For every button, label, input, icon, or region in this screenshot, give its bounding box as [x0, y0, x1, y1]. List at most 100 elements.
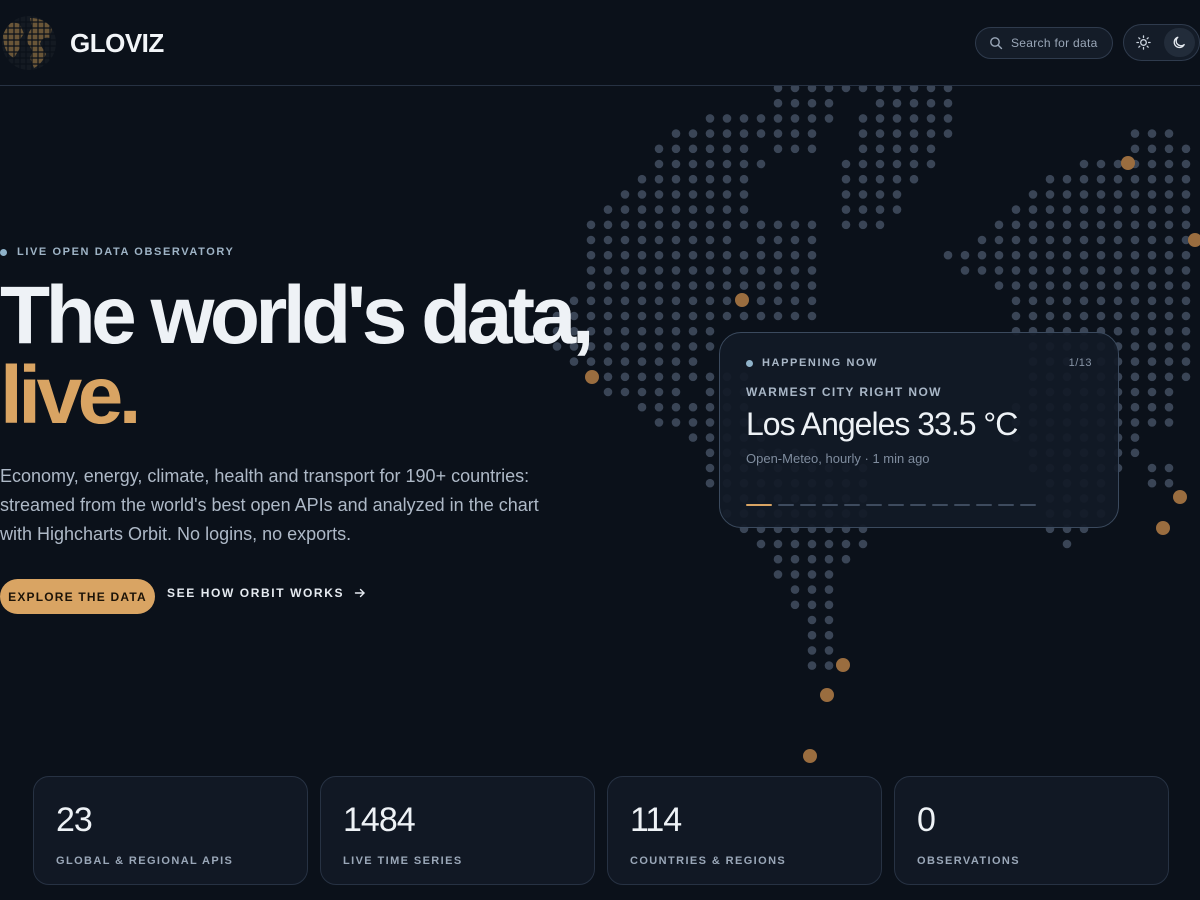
map-dot [1113, 159, 1123, 169]
slide-indicator[interactable] [910, 504, 926, 506]
map-dot [773, 570, 783, 579]
map-dot [586, 220, 596, 230]
map-dot [943, 250, 953, 260]
slide-indicator[interactable] [1020, 504, 1036, 506]
map-dot [586, 250, 596, 260]
map-dot [790, 554, 800, 564]
map-dot [943, 114, 953, 123]
map-dot [637, 342, 647, 351]
map-dot [654, 281, 664, 290]
map-dot [1130, 144, 1140, 154]
map-dot [1079, 281, 1089, 290]
map-dot [688, 129, 698, 138]
map-dot [960, 266, 970, 275]
map-dot [1079, 250, 1089, 260]
map-dot [688, 357, 698, 366]
map-dot [586, 235, 596, 245]
map-dot [1147, 372, 1157, 382]
map-dot [1045, 235, 1055, 245]
map-dot [824, 661, 834, 670]
map-dot [790, 144, 800, 154]
map-dot [1011, 266, 1021, 275]
map-dot [1147, 220, 1157, 230]
map-dot [722, 266, 732, 275]
map-dot [841, 220, 851, 230]
map-dot [739, 114, 749, 123]
slide-indicator[interactable] [866, 504, 882, 506]
dark-theme-button[interactable] [1163, 28, 1195, 57]
map-dot [807, 615, 817, 625]
map-dot [1147, 266, 1157, 275]
brand-name[interactable]: GLOVIZ [70, 28, 164, 59]
search-input[interactable] [1011, 36, 1111, 50]
slide-indicator[interactable] [932, 504, 948, 506]
map-dot [892, 174, 902, 184]
map-dot [637, 250, 647, 260]
map-dot [841, 86, 851, 93]
map-dot [858, 114, 868, 123]
happening-now-card[interactable]: HAPPENING NOW 1/13 WARMEST CITY RIGHT NO… [719, 332, 1119, 528]
map-dot [654, 387, 664, 397]
map-dot [1113, 250, 1123, 260]
map-dot [654, 372, 664, 382]
map-dot [705, 114, 715, 123]
theme-toggle [1123, 24, 1200, 61]
map-dot [1130, 418, 1140, 427]
map-dot [1113, 311, 1123, 321]
map-dot [790, 600, 800, 610]
map-dot [824, 98, 834, 108]
map-dot [1096, 235, 1106, 245]
map-dot [1147, 129, 1157, 138]
slide-indicator[interactable] [844, 504, 860, 506]
map-dot [705, 250, 715, 260]
map-dot [1113, 296, 1123, 306]
map-dot [892, 86, 902, 93]
slide-indicator[interactable] [954, 504, 970, 506]
slide-indicator[interactable] [976, 504, 992, 506]
map-dot [620, 311, 630, 321]
light-theme-button[interactable] [1128, 28, 1160, 57]
globe-logo-icon[interactable] [0, 14, 58, 72]
slide-indicator[interactable] [998, 504, 1014, 506]
map-dot [858, 86, 868, 93]
map-dot [1079, 174, 1089, 184]
map-dot [1011, 250, 1021, 260]
map-dot [1181, 159, 1191, 169]
slide-indicator[interactable] [746, 504, 772, 506]
map-dot [892, 129, 902, 138]
map-dot [671, 159, 681, 169]
map-dot [620, 296, 630, 306]
map-dot [773, 250, 783, 260]
slide-indicator[interactable] [822, 504, 838, 506]
map-dot [790, 235, 800, 245]
map-dot [654, 220, 664, 230]
map-dot [637, 357, 647, 366]
map-dot [637, 387, 647, 397]
see-how-orbit-works-link[interactable]: SEE HOW ORBIT WORKS [167, 586, 366, 600]
slide-indicator[interactable] [888, 504, 904, 506]
map-dot [790, 220, 800, 230]
map-dot [875, 98, 885, 108]
explore-data-button[interactable]: EXPLORE THE DATA [0, 579, 155, 614]
map-dot [722, 281, 732, 290]
map-dot [722, 235, 732, 245]
map-dot [977, 235, 987, 245]
map-highlight-dot [735, 293, 749, 307]
search-box[interactable] [975, 27, 1113, 59]
slide-indicator[interactable] [800, 504, 816, 506]
map-dot [688, 159, 698, 169]
map-dot [1028, 205, 1038, 214]
map-dot [1045, 250, 1055, 260]
map-dot [603, 387, 613, 397]
map-highlight-dot [1121, 156, 1135, 170]
map-dot [875, 205, 885, 214]
map-dot [943, 129, 953, 138]
map-dot [620, 281, 630, 290]
map-dot [960, 250, 970, 260]
map-dot [1096, 190, 1106, 199]
stat-card-observations: 0 OBSERVATIONS [894, 776, 1169, 885]
map-dot [705, 144, 715, 154]
map-dot [790, 585, 800, 594]
map-dot [603, 311, 613, 321]
slide-indicator[interactable] [778, 504, 794, 506]
